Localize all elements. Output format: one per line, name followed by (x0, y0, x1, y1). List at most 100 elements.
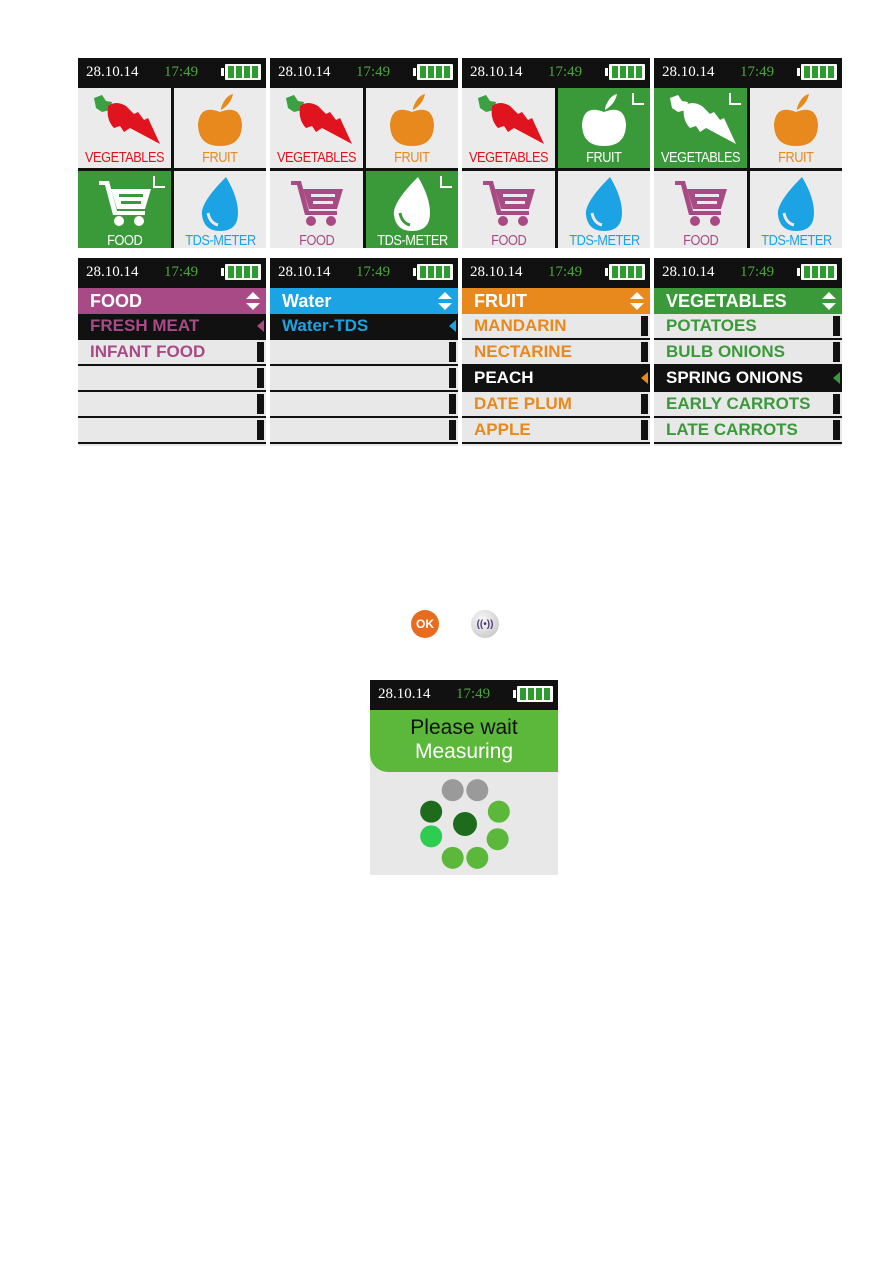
time: 17:49 (456, 686, 491, 702)
scrollbar-segment (641, 420, 648, 440)
tile-food[interactable]: FOOD (462, 171, 556, 248)
scrollbar-segment (641, 394, 648, 414)
apple-icon (198, 94, 243, 146)
date: 28.10.14 (278, 264, 331, 280)
list-item[interactable]: SPRING ONIONS (654, 366, 842, 392)
time: 17:49 (164, 264, 199, 280)
carrot-icon (669, 95, 736, 144)
list-item[interactable]: EARLY CARROTS (654, 392, 842, 418)
scrollbar-segment (641, 316, 648, 336)
list-item[interactable] (270, 340, 458, 366)
tile-label: FRUIT (586, 149, 622, 166)
tile-label: FRUIT (778, 149, 814, 166)
tile-tds-meter[interactable]: TDS-METER (366, 171, 458, 248)
cart-icon (482, 181, 535, 226)
list-item[interactable] (270, 366, 458, 392)
time: 17:49 (740, 264, 775, 280)
tile-tds-meter[interactable]: TDS-METER (558, 171, 650, 248)
list-item-label: APPLE (474, 420, 531, 439)
tile-label: VEGETABLES (84, 149, 165, 166)
tile-label: VEGETABLES (276, 149, 357, 166)
list-item[interactable]: BULB ONIONS (654, 340, 842, 366)
spinner-dot (466, 846, 489, 869)
tile-label: FOOD (490, 232, 527, 248)
date: 28.10.14 (662, 264, 715, 280)
scrollbar-segment (449, 368, 456, 388)
sort-arrows-icon[interactable] (822, 292, 836, 310)
tile-vegetables[interactable]: VEGETABLES (462, 88, 556, 168)
carrot-icon (93, 95, 160, 144)
list-item-label: NECTARINE (474, 342, 572, 361)
spinner-dot (441, 846, 464, 869)
scrollbar-segment (257, 394, 264, 414)
list-screen: 28.10.14 17:49 Water Water-TDS (270, 258, 458, 446)
ok-button[interactable]: OK (411, 610, 439, 638)
tile-label: FRUIT (202, 149, 238, 166)
list-title: FRUIT (474, 290, 527, 311)
list-item[interactable] (78, 392, 266, 418)
tile-food[interactable]: FOOD (78, 171, 172, 248)
selected-corner-icon (153, 176, 166, 188)
list-item[interactable]: LATE CARROTS (654, 418, 842, 444)
list-item-label: MANDARIN (474, 316, 567, 335)
scrollbar-segment (449, 394, 456, 414)
sort-arrows-icon[interactable] (630, 292, 644, 310)
list-item[interactable]: DATE PLUM (462, 392, 650, 418)
list-item[interactable]: INFANT FOOD (78, 340, 266, 366)
list-item[interactable]: PEACH (462, 366, 650, 392)
scrollbar-segment (257, 420, 264, 440)
time: 17:49 (740, 64, 775, 80)
sort-arrows-icon[interactable] (438, 292, 452, 310)
list-item[interactable] (270, 418, 458, 444)
tile-label: VEGETABLES (660, 149, 741, 166)
list-title: Water (282, 290, 332, 311)
list-item[interactable]: NECTARINE (462, 340, 650, 366)
spinner-dot (466, 779, 489, 802)
list-item[interactable]: FRESH MEAT (78, 314, 266, 340)
tile-label: TDS-METER (184, 232, 256, 248)
list-title: FOOD (90, 290, 142, 311)
tile-label: FOOD (298, 232, 335, 248)
status-bar: 28.10.14 17:49 (270, 258, 458, 288)
sensor-icon: ((•)) (476, 618, 494, 630)
tile-tds-meter[interactable]: TDS-METER (174, 171, 266, 248)
ok-label: OK (416, 617, 434, 631)
scrollbar-segment (833, 316, 840, 336)
tile-vegetables[interactable]: VEGETABLES (654, 88, 748, 168)
tile-food[interactable]: FOOD (270, 171, 364, 248)
loading-spinner-icon (420, 779, 510, 869)
list-item[interactable]: APPLE (462, 418, 650, 444)
tile-fruit[interactable]: FRUIT (366, 88, 458, 168)
tile-food[interactable]: FOOD (654, 171, 748, 248)
battery-icon (513, 686, 553, 702)
tile-vegetables[interactable]: VEGETABLES (78, 88, 172, 168)
sort-arrows-icon[interactable] (246, 292, 260, 310)
tile-tds-meter[interactable]: TDS-METER (750, 171, 842, 248)
tile-fruit[interactable]: FRUIT (174, 88, 266, 168)
list-item[interactable] (78, 418, 266, 444)
tile-fruit[interactable]: FRUIT (558, 88, 650, 168)
status-bar: 28.10.14 17:49 (654, 258, 842, 288)
time: 17:49 (164, 64, 199, 80)
battery-icon (413, 264, 453, 280)
time: 17:49 (356, 264, 391, 280)
battery-icon (605, 264, 645, 280)
date: 28.10.14 (86, 264, 139, 280)
tile-fruit[interactable]: FRUIT (750, 88, 842, 168)
list-item[interactable]: Water-TDS (270, 314, 458, 340)
list-item[interactable] (78, 366, 266, 392)
carrot-icon (477, 95, 544, 144)
status-bar: 28.10.14 17:49 (270, 58, 458, 88)
list-item[interactable]: POTATOES (654, 314, 842, 340)
list-item-label: INFANT FOOD (90, 342, 206, 361)
list-item-label: PEACH (474, 368, 534, 387)
tile-vegetables[interactable]: VEGETABLES (270, 88, 364, 168)
please-wait-text: Please wait (410, 716, 518, 739)
list-screen: 28.10.14 17:49 FRUIT MANDARIN NECTARINE … (462, 258, 650, 446)
tile-label: TDS-METER (376, 232, 448, 248)
scrollbar-segment (833, 342, 840, 362)
measuring-text: Measuring (414, 740, 514, 763)
list-item[interactable]: MANDARIN (462, 314, 650, 340)
list-item[interactable] (270, 392, 458, 418)
sensor-button[interactable]: ((•)) (471, 610, 499, 638)
